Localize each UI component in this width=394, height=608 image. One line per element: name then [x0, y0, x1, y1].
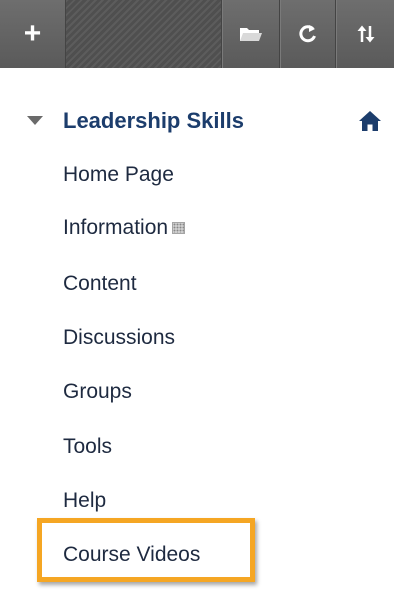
hidden-badge-icon [172, 222, 186, 234]
reorder-button[interactable] [336, 0, 394, 68]
course-header: Leadership Skills [0, 100, 394, 144]
menu-item-content[interactable]: Content [63, 267, 137, 301]
course-title[interactable]: Leadership Skills [63, 108, 244, 134]
menu-item-label: Discussions [63, 326, 176, 349]
folder-icon [240, 28, 262, 41]
triangle-down-icon[interactable] [27, 116, 43, 125]
menu-item-groups[interactable]: Groups [63, 375, 132, 409]
toolbar-spacer [66, 0, 222, 68]
course-menu-panel: + Leadership Skills Home Page Informatio… [0, 0, 394, 608]
refresh-icon [299, 25, 316, 43]
course-menu-toolbar: + [0, 0, 394, 68]
folder-view-button[interactable] [222, 0, 280, 68]
sort-icon [357, 25, 374, 43]
plus-icon: + [23, 17, 42, 50]
menu-item-help[interactable]: Help [63, 484, 106, 518]
menu-item-label: Tools [63, 435, 113, 458]
refresh-button[interactable] [280, 0, 336, 68]
menu-item-label: Groups [63, 380, 132, 403]
menu-item-tools[interactable]: Tools [63, 430, 112, 464]
menu-item-label: Content [63, 272, 137, 295]
menu-item-label: Home Page [63, 163, 174, 186]
home-icon[interactable] [358, 110, 382, 132]
menu-item-course-videos[interactable]: Course Videos [63, 538, 200, 572]
menu-item-information[interactable]: Information [63, 211, 186, 245]
menu-item-label: Help [63, 489, 107, 512]
menu-item-label: Information [63, 216, 169, 239]
menu-item-label: Course Videos [63, 543, 201, 566]
add-menu-item-button[interactable]: + [0, 0, 66, 68]
menu-item-home-page[interactable]: Home Page [63, 158, 174, 192]
menu-item-discussions[interactable]: Discussions [63, 321, 175, 355]
